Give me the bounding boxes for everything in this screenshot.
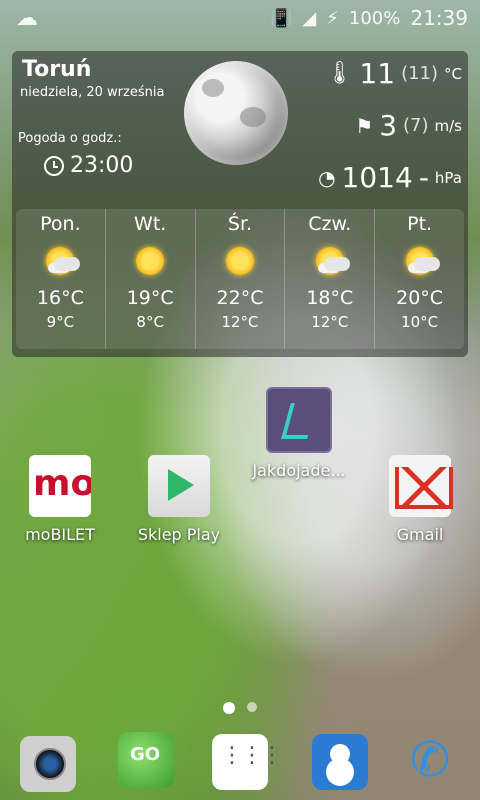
- app-jakdojade[interactable]: Jakdojade...: [244, 387, 354, 480]
- app-play-store[interactable]: Sklep Play: [124, 455, 234, 544]
- city-name: Toruń: [22, 57, 92, 82]
- sun-icon: [218, 241, 262, 281]
- page-indicator: [0, 702, 480, 714]
- wind-metric: ⚑ 3 (7) m/s: [355, 109, 462, 142]
- thermometer-icon: 🌡: [325, 61, 354, 86]
- update-time-value: 23:00: [70, 153, 134, 178]
- app-label: Gmail: [396, 525, 444, 544]
- notification-icon: ☁: [16, 6, 38, 31]
- wind-gust: (7): [403, 115, 429, 136]
- page-dot: [247, 702, 257, 712]
- app-label: moBILET: [25, 525, 95, 544]
- temp-unit: °C: [444, 64, 462, 83]
- clock-time: 21:39: [410, 6, 468, 30]
- mobilet-icon: [29, 455, 91, 517]
- app-label: Jakdojade...: [252, 461, 346, 480]
- day-low: 9°C: [46, 313, 75, 331]
- forecast-day: Wt. 19°C 8°C: [106, 209, 196, 349]
- feels-like: (11): [401, 63, 439, 84]
- pressure-trend: -: [418, 161, 429, 194]
- gmail-icon: [389, 455, 453, 517]
- app-label: Sklep Play: [137, 525, 221, 544]
- camera-icon[interactable]: [20, 736, 76, 792]
- sun-cloud-icon: [38, 241, 82, 281]
- sun-icon: [128, 241, 172, 281]
- sun-cloud-icon: [308, 241, 352, 281]
- play-store-icon: [148, 455, 210, 517]
- forecast-day: Pt. 20°C 10°C: [375, 209, 464, 349]
- day-high: 22°C: [216, 287, 264, 309]
- day-high: 18°C: [306, 287, 354, 309]
- contacts-icon[interactable]: [312, 734, 368, 790]
- moon-icon: [184, 61, 288, 165]
- battery-percent: 100%: [348, 7, 401, 29]
- app-mobilet[interactable]: moBILET: [5, 455, 115, 544]
- page-dot-active: [223, 702, 235, 714]
- jakdojade-icon: [266, 387, 332, 453]
- pressure-unit: hPa: [434, 168, 462, 187]
- app-drawer-icon[interactable]: [212, 734, 281, 790]
- status-bar: ☁ 📳 ◢ ⚡ 100% 21:39: [0, 0, 480, 38]
- battery-saver-icon: ⚡: [326, 7, 339, 29]
- status-right: 📳 ◢ ⚡ 100% 21:39: [270, 6, 468, 30]
- vibrate-icon: 📳: [269, 7, 293, 29]
- day-low: 10°C: [401, 313, 439, 331]
- day-high: 16°C: [36, 287, 84, 309]
- day-name: Wt.: [134, 213, 167, 235]
- phone-icon[interactable]: [404, 732, 460, 790]
- signal-icon: ◢: [302, 7, 317, 29]
- gauge-icon: ◔: [318, 165, 336, 190]
- dock: [0, 730, 480, 794]
- clock-icon: [44, 155, 64, 176]
- wind-unit: m/s: [434, 116, 462, 135]
- forecast-day: Śr. 22°C 12°C: [196, 209, 286, 349]
- pressure-value: 1014: [341, 161, 413, 194]
- update-time: 23:00: [44, 153, 133, 178]
- forecast-strip: Pon. 16°C 9°C Wt. 19°C 8°C Śr. 22°C 12°C…: [16, 209, 464, 349]
- day-name: Pon.: [40, 213, 81, 235]
- temperature-value: 11: [359, 57, 396, 90]
- date: niedziela, 20 września: [20, 85, 165, 100]
- pressure-metric: ◔ 1014 - hPa: [318, 161, 462, 194]
- sun-cloud-rain-icon: [398, 241, 442, 281]
- day-name: Czw.: [308, 213, 352, 235]
- day-name: Pt.: [407, 213, 433, 235]
- forecast-day: Czw. 18°C 12°C: [285, 209, 376, 349]
- day-name: Śr.: [227, 213, 253, 235]
- app-gmail[interactable]: Gmail: [365, 455, 475, 544]
- day-low: 12°C: [221, 313, 259, 331]
- temperature-metric: 🌡 11 (11) °C: [325, 57, 462, 90]
- day-low: 12°C: [311, 313, 349, 331]
- windsock-icon: ⚑: [355, 113, 374, 138]
- weather-time-label: Pogoda o godz.:: [18, 131, 122, 146]
- weather-widget[interactable]: Toruń niedziela, 20 września Pogoda o go…: [12, 51, 468, 357]
- go-sms-icon[interactable]: [118, 732, 174, 788]
- day-high: 20°C: [396, 287, 444, 309]
- wind-value: 3: [379, 109, 398, 142]
- day-low: 8°C: [136, 313, 164, 331]
- forecast-day: Pon. 16°C 9°C: [16, 209, 106, 349]
- day-high: 19°C: [126, 287, 174, 309]
